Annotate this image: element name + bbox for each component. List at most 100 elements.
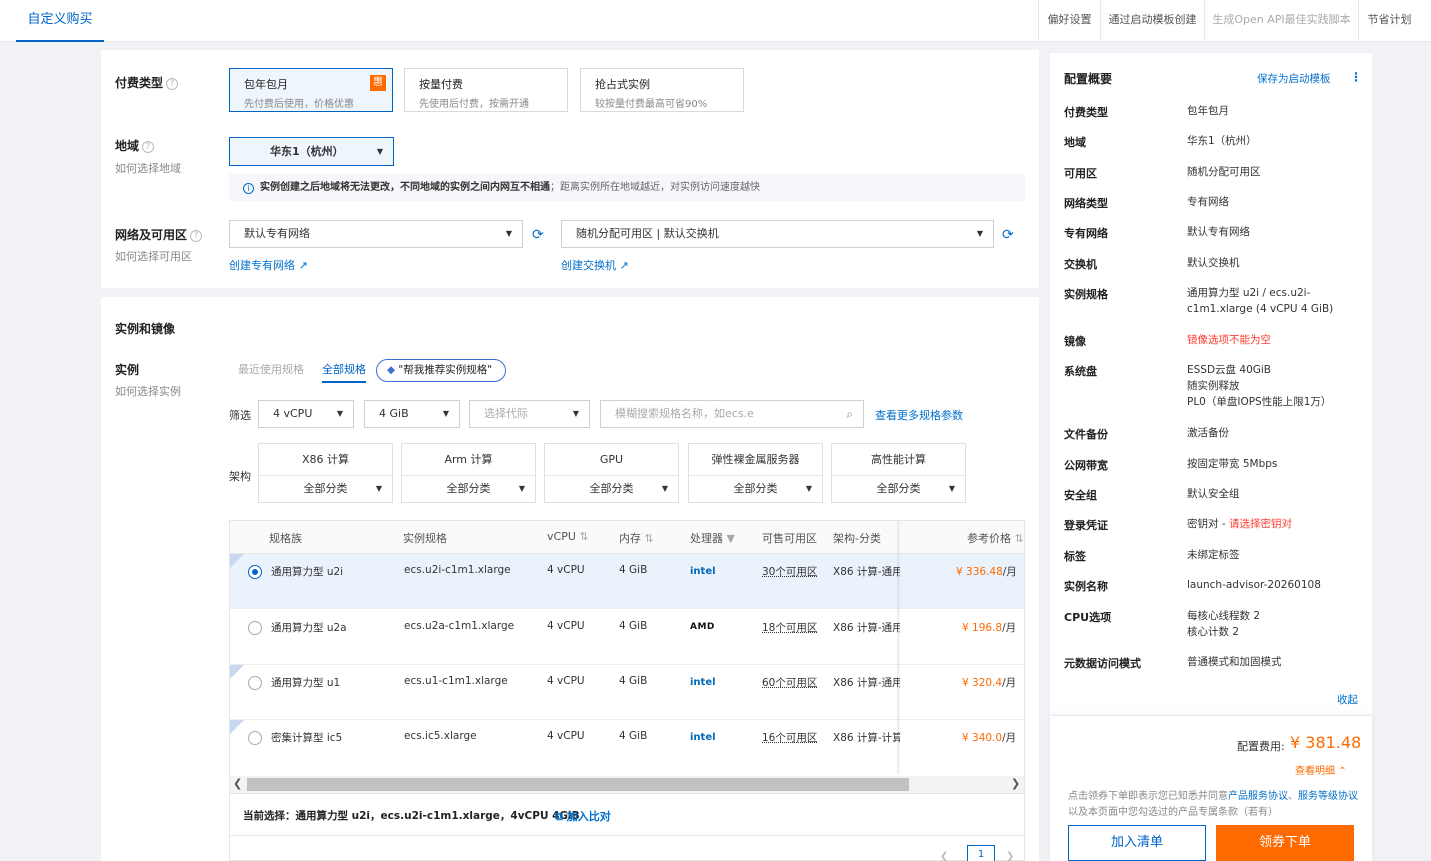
compare-icon: ⧉ — [555, 810, 563, 823]
arch-category-select[interactable]: 全部分类 ▼ — [259, 476, 392, 502]
service-agreement-link[interactable]: 产品服务协议 — [1228, 791, 1288, 802]
zone-vswitch-select[interactable]: 随机分配可用区 | 默认交换机 ▼ — [561, 220, 994, 248]
summary-value: 每核心线程数 2 核心计数 2 — [1187, 610, 1261, 638]
col-vcpu[interactable]: vCPU ⇅ — [547, 530, 589, 543]
launch-template-link[interactable]: 通过启动模板创建 — [1100, 0, 1204, 40]
collapse-link[interactable]: 收起 — [1337, 692, 1358, 707]
vpc-select[interactable]: 默认专有网络 ▼ — [229, 220, 523, 248]
sort-icon[interactable]: ⇅ — [645, 532, 654, 545]
generation-filter[interactable]: 选择代际 ▼ — [469, 400, 590, 428]
billing-option-subscription[interactable]: 包年包月 先付费后使用，价格优惠 惠 — [229, 68, 393, 112]
arch-gpu[interactable]: GPU 全部分类 ▼ — [544, 443, 679, 503]
summary-value: 激活备份 — [1187, 427, 1229, 439]
vcpu-filter[interactable]: 4 vCPU ▼ — [258, 400, 354, 428]
col-cpu[interactable]: 处理器 ▼ — [690, 530, 735, 546]
chevron-up-icon: ⌃ — [1338, 766, 1347, 777]
savings-plan-link[interactable]: 节省计划 — [1358, 0, 1420, 40]
row-radio[interactable] — [248, 565, 262, 579]
caret-down-icon: ▼ — [518, 484, 525, 493]
zones-link[interactable]: 18个可用区 — [762, 620, 817, 635]
billing-label: 付费类型? — [115, 74, 179, 91]
tab-custom-purchase[interactable]: 自定义购买 — [16, 0, 104, 42]
network-help-link[interactable]: 如何选择可用区 — [115, 248, 192, 264]
col-memory[interactable]: 内存 ⇅ — [619, 530, 654, 546]
arch-arm[interactable]: Arm 计算 全部分类 ▼ — [401, 443, 536, 503]
fixed-column-shadow — [897, 521, 901, 774]
add-compare-button[interactable]: ⧉ 加入比对 — [555, 808, 611, 824]
more-params-link[interactable]: 查看更多规格参数 — [875, 407, 963, 423]
scroll-left-icon[interactable]: ❮ — [233, 777, 242, 790]
col-price[interactable]: 参考价格 ⇅ — [967, 530, 1024, 546]
create-vpc-link[interactable]: 创建专有网络 ↗ — [229, 257, 308, 273]
refresh-icon[interactable]: ⟳ — [1002, 228, 1016, 242]
summary-value: 默认专有网络 — [1187, 226, 1250, 238]
help-icon[interactable]: ? — [190, 230, 203, 242]
arch-category-select[interactable]: 全部分类 ▼ — [832, 476, 965, 502]
arch-x86[interactable]: X86 计算 全部分类 ▼ — [258, 443, 393, 503]
new-tag-icon — [230, 554, 244, 568]
summary-key: 登录凭证 — [1064, 519, 1108, 532]
row-radio[interactable] — [248, 676, 262, 690]
help-icon[interactable]: ? — [142, 141, 155, 153]
arch-bare-metal[interactable]: 弹性裸金属服务器 全部分类 ▼ — [688, 443, 823, 503]
zones-link[interactable]: 30个可用区 — [762, 564, 817, 579]
spec-search-input[interactable]: 模糊搜索规格名称，如ecs.e ⌕ — [600, 400, 864, 428]
row-radio[interactable] — [248, 621, 262, 635]
billing-option-spot[interactable]: 抢占式实例 较按量付费最高可省90% — [580, 68, 744, 112]
add-to-list-button[interactable]: 加入清单 — [1068, 825, 1206, 861]
filter-icon[interactable]: ▼ — [727, 532, 735, 545]
memory-filter[interactable]: 4 GiB ▼ — [364, 400, 460, 428]
intel-logo: intel — [690, 732, 716, 743]
summary-value: 通用算力型 u2i / ecs.u2i-c1m1.xlarge (4 vCPU … — [1187, 287, 1334, 315]
sort-icon[interactable]: ⇅ — [579, 530, 588, 543]
caret-down-icon: ▼ — [661, 484, 668, 493]
summary-value: 按固定带宽 5Mbps — [1187, 458, 1278, 470]
col-zones: 可售可用区 — [762, 532, 817, 545]
zones-link[interactable]: 60个可用区 — [762, 675, 817, 690]
page-number[interactable]: 1 — [967, 845, 995, 861]
caret-down-icon: ▼ — [805, 484, 812, 493]
recommend-spec-button[interactable]: ◆ "帮我推荐实例规格" — [376, 359, 506, 382]
search-icon[interactable]: ⌕ — [846, 401, 853, 427]
table-row[interactable]: 通用算力型 u2a ecs.u2a-c1m1.xlarge 4 vCPU 4 G… — [230, 610, 1024, 665]
save-template-link[interactable]: 保存为启动模板 — [1257, 71, 1331, 86]
prev-page-icon[interactable]: ❮ — [940, 851, 948, 861]
caret-down-icon: ▼ — [505, 229, 512, 238]
instance-help-link[interactable]: 如何选择实例 — [115, 383, 181, 399]
summary-key: 可用区 — [1064, 167, 1097, 180]
preferences-link[interactable]: 偏好设置 — [1038, 0, 1100, 40]
caret-down-icon: ▼ — [976, 229, 983, 238]
table-row[interactable]: 通用算力型 u1 ecs.u1-c1m1.xlarge 4 vCPU 4 GiB… — [230, 665, 1024, 720]
arch-category-select[interactable]: 全部分类 ▼ — [689, 476, 822, 502]
sort-icon[interactable]: ⇅ — [1015, 532, 1024, 545]
buy-button[interactable]: 领券下单 — [1216, 825, 1354, 861]
help-icon[interactable]: ? — [166, 78, 179, 90]
arch-category-select[interactable]: 全部分类 ▼ — [402, 476, 535, 502]
tab-all-specs[interactable]: 全部规格 — [322, 357, 366, 383]
zones-link[interactable]: 16个可用区 — [762, 730, 817, 745]
amd-logo: AMD — [690, 622, 715, 632]
region-select[interactable]: 华东1（杭州） ▼ — [229, 137, 394, 166]
fee-label: 配置费用: — [1237, 740, 1285, 753]
table-row[interactable]: 通用算力型 u2i ecs.u2i-c1m1.xlarge 4 vCPU 4 G… — [230, 554, 1024, 609]
next-page-icon[interactable]: ❯ — [1006, 851, 1014, 861]
openapi-script-link[interactable]: 生成Open API最佳实践脚本 — [1204, 0, 1358, 40]
scroll-right-icon[interactable]: ❯ — [1011, 777, 1020, 790]
row-radio[interactable] — [248, 731, 262, 745]
caret-down-icon: ▼ — [442, 409, 449, 418]
more-icon[interactable]: ⋮ — [1350, 70, 1362, 84]
arch-hpc[interactable]: 高性能计算 全部分类 ▼ — [831, 443, 966, 503]
table-row[interactable]: 密集计算型 ic5 ecs.ic5.xlarge 4 vCPU 4 GiB in… — [230, 720, 1024, 775]
ai-assistant-icon: ◆ — [387, 364, 396, 376]
tab-recent-specs[interactable]: 最近使用规格 — [238, 357, 304, 383]
fee-detail-link[interactable]: 查看明细 ⌃ — [1295, 762, 1347, 777]
create-vswitch-link[interactable]: 创建交换机 ↗ — [561, 257, 629, 273]
sla-link[interactable]: 服务等级协议 — [1298, 791, 1358, 802]
arch-category-select[interactable]: 全部分类 ▼ — [545, 476, 678, 502]
summary-key: 网络类型 — [1064, 197, 1108, 210]
scrollbar-thumb[interactable] — [247, 778, 909, 791]
region-help-link[interactable]: 如何选择地域 — [115, 160, 181, 176]
horizontal-scrollbar[interactable]: ❮ ❯ — [230, 776, 1024, 793]
billing-option-payg[interactable]: 按量付费 先使用后付费，按需开通 — [404, 68, 568, 112]
refresh-icon[interactable]: ⟳ — [532, 228, 546, 242]
